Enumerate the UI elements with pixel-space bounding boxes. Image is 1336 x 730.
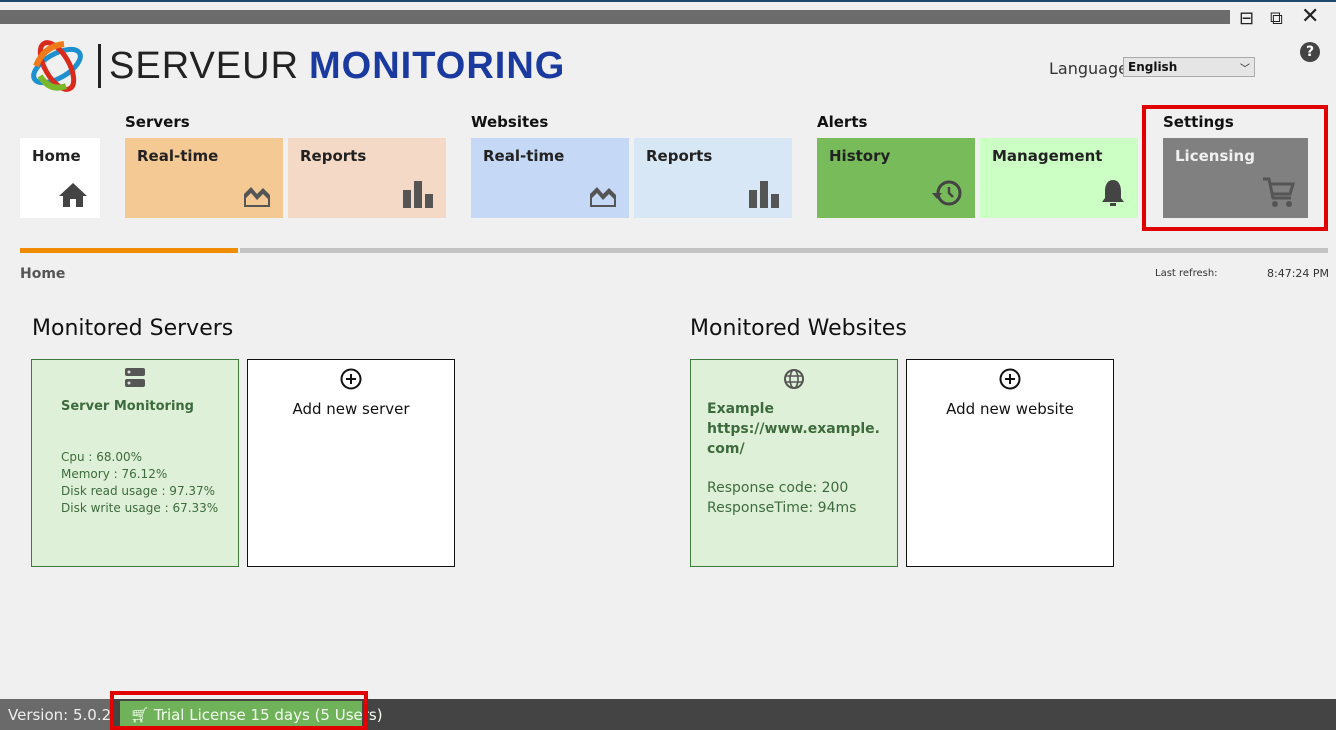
popout-icon[interactable]: ⧉ xyxy=(1270,8,1283,29)
tile-label: Real-time xyxy=(483,147,565,165)
version-label: Version: 5.0.2.4 xyxy=(0,699,112,730)
tile-websites-reports[interactable]: Reports xyxy=(634,138,792,218)
website-name: Example xyxy=(707,401,774,417)
breadcrumb: Home xyxy=(20,266,66,282)
realtime-chart-icon xyxy=(590,187,616,207)
tile-home[interactable]: Home xyxy=(20,138,100,218)
group-alerts: Alerts xyxy=(817,113,868,131)
plus-circle-icon xyxy=(340,368,362,390)
bell-icon xyxy=(1102,180,1124,206)
tile-websites-realtime[interactable]: Real-time xyxy=(471,138,629,218)
server-stat-disk-read: Disk read usage : 97.37% xyxy=(61,484,216,498)
globe-icon xyxy=(784,369,804,389)
last-refresh-label: Last refresh: xyxy=(1155,268,1218,279)
language-value: English xyxy=(1128,60,1178,74)
logo-text: MONITORING xyxy=(309,44,566,87)
bar-chart-icon xyxy=(403,181,433,208)
realtime-chart-icon xyxy=(244,187,270,207)
tile-label: Real-time xyxy=(137,147,219,165)
add-website-button[interactable]: Add new website xyxy=(906,359,1114,567)
home-icon xyxy=(59,183,87,207)
server-card[interactable]: Server Monitoring Cpu : 68.00% Memory : … xyxy=(31,359,239,567)
group-servers: Servers xyxy=(125,113,190,131)
close-icon[interactable]: ✕ xyxy=(1301,4,1319,29)
website-response-code: Response code: 200 xyxy=(707,480,849,496)
server-stat-cpu: Cpu : 68.00% xyxy=(61,450,143,464)
tile-alerts-management[interactable]: Management xyxy=(980,138,1138,218)
group-websites: Websites xyxy=(471,113,549,131)
minimize-icon[interactable]: ⊟ xyxy=(1239,8,1254,29)
website-response-time: ResponseTime: 94ms xyxy=(707,500,857,516)
server-icon xyxy=(125,368,145,387)
tile-label: Management xyxy=(992,147,1103,165)
title-bar[interactable] xyxy=(0,10,1230,24)
bar-chart-icon xyxy=(749,181,779,208)
logo-text: SERVEUR xyxy=(109,44,300,87)
add-server-button[interactable]: Add new server xyxy=(247,359,455,567)
logo: SERVEUR MONITORING xyxy=(26,36,565,96)
history-icon xyxy=(932,180,962,206)
tile-label: Reports xyxy=(300,147,367,165)
language-select[interactable]: English ﹀ xyxy=(1123,57,1255,77)
server-stat-memory: Memory : 76.12% xyxy=(61,467,168,481)
server-name: Server Monitoring xyxy=(61,399,194,414)
highlight-box xyxy=(110,691,368,730)
language-label: Language xyxy=(1049,59,1128,78)
logo-globe-icon xyxy=(31,40,83,92)
tile-label: Home xyxy=(32,147,81,165)
chevron-down-icon: ﹀ xyxy=(1240,63,1250,75)
section-title-websites: Monitored Websites xyxy=(690,316,907,341)
tile-label: Reports xyxy=(646,147,713,165)
highlight-box xyxy=(1142,105,1328,231)
add-website-label: Add new website xyxy=(946,400,1074,418)
progress-track xyxy=(240,248,1328,253)
tile-servers-reports[interactable]: Reports xyxy=(288,138,446,218)
server-stat-disk-write: Disk write usage : 67.33% xyxy=(61,501,219,515)
help-icon[interactable]: ? xyxy=(1300,42,1320,62)
tile-alerts-history[interactable]: History xyxy=(817,138,975,218)
tile-servers-realtime[interactable]: Real-time xyxy=(125,138,283,218)
plus-circle-icon xyxy=(999,368,1021,390)
add-server-label: Add new server xyxy=(292,400,410,418)
section-title-servers: Monitored Servers xyxy=(32,316,234,341)
tile-label: History xyxy=(829,147,891,165)
website-url[interactable]: https://www.example.com/ xyxy=(707,419,887,459)
last-refresh-time: 8:47:24 PM xyxy=(1267,267,1330,280)
website-card[interactable]: Example https://www.example.com/ Respons… xyxy=(690,359,898,567)
progress-indicator xyxy=(20,248,238,253)
